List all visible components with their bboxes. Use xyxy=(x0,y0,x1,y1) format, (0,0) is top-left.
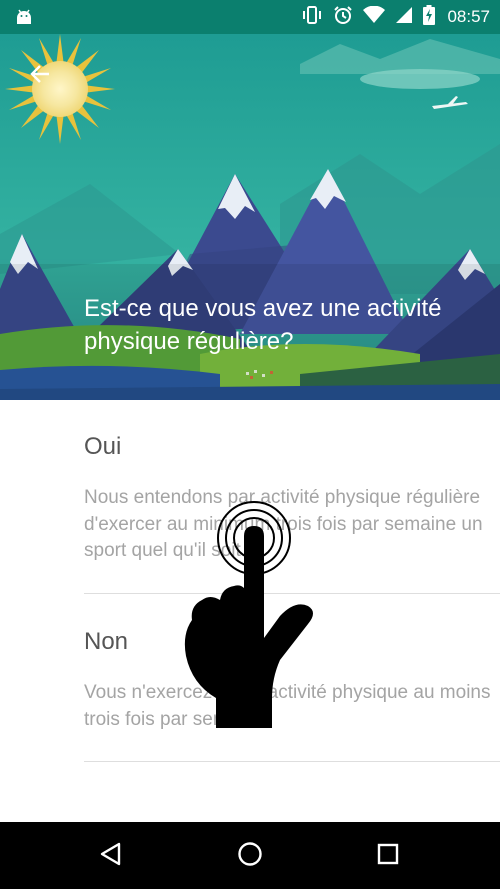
divider xyxy=(84,593,500,594)
navigation-bar xyxy=(0,822,500,889)
alarm-icon xyxy=(333,5,353,30)
nav-recents-button[interactable] xyxy=(370,838,406,874)
android-icon xyxy=(14,7,34,32)
header-illustration: Est-ce que vous avez une activité physiq… xyxy=(0,34,500,400)
signal-icon xyxy=(395,6,413,29)
nav-home-button[interactable] xyxy=(232,838,268,874)
option-oui-description: Nous entendons par activité physique rég… xyxy=(84,487,483,561)
option-oui[interactable]: Oui Nous entendons par activité physique… xyxy=(84,433,500,565)
divider xyxy=(84,761,500,762)
question-title: Est-ce que vous avez une activité physiq… xyxy=(84,295,442,355)
back-button[interactable] xyxy=(20,56,60,96)
home-circle-icon xyxy=(237,841,263,872)
option-non-description: Vous n'exercez pas d'activité physique a… xyxy=(84,682,491,730)
recents-square-icon xyxy=(376,842,400,871)
status-time: 08:57 xyxy=(447,7,490,26)
option-non[interactable]: Non Vous n'exercez pas d'activité physiq… xyxy=(84,628,500,733)
back-triangle-icon xyxy=(98,841,124,872)
wifi-icon xyxy=(363,5,386,29)
status-bar: 08:57 xyxy=(0,0,500,34)
vibrate-icon xyxy=(301,5,323,30)
nav-back-button[interactable] xyxy=(93,838,129,874)
option-non-title: Non xyxy=(84,628,129,655)
arrow-left-icon xyxy=(28,62,52,91)
status-icons: 08:57 xyxy=(301,0,490,34)
option-oui-title: Oui xyxy=(84,433,122,460)
battery-charging-icon xyxy=(423,4,436,30)
